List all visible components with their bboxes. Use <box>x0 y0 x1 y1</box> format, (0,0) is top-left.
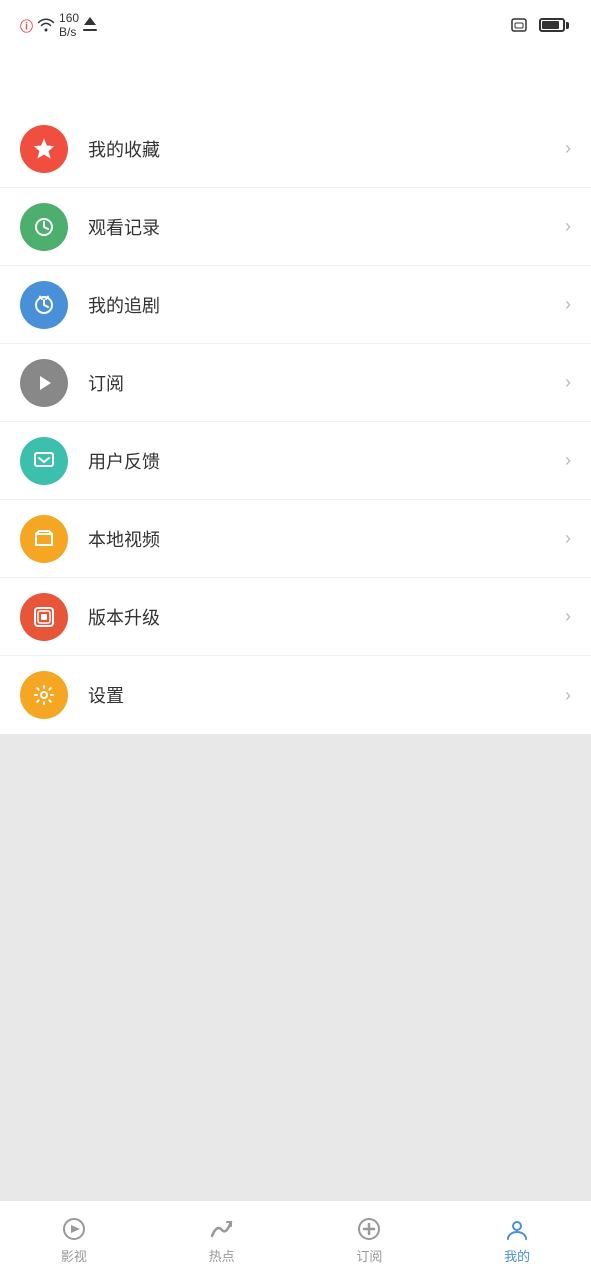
favorites-icon <box>20 125 68 173</box>
feedback-icon <box>20 437 68 485</box>
nav-item-trending[interactable]: 热点 <box>148 1216 296 1265</box>
menu-list: 我的收藏›观看记录›我的追剧›订阅›用户反馈›本地视频›版本升级›设置› <box>0 110 591 734</box>
upgrade-chevron: › <box>565 606 571 627</box>
menu-item-followdrama[interactable]: 我的追剧› <box>0 266 591 344</box>
history-icon <box>20 203 68 251</box>
signal-warning-icon: ⓘ <box>20 16 33 35</box>
localvideo-chevron: › <box>565 528 571 549</box>
followdrama-icon <box>20 281 68 329</box>
gray-area <box>0 734 591 1200</box>
history-label: 观看记录 <box>88 214 565 240</box>
localvideo-icon <box>20 515 68 563</box>
menu-item-favorites[interactable]: 我的收藏› <box>0 110 591 188</box>
menu-item-history[interactable]: 观看记录› <box>0 188 591 266</box>
nav-subscribe-icon <box>356 1216 382 1242</box>
favorites-label: 我的收藏 <box>88 136 565 162</box>
upgrade-icon <box>20 593 68 641</box>
status-left: ⓘ 160B/s <box>16 11 97 40</box>
settings-icon <box>20 671 68 719</box>
menu-item-localvideo[interactable]: 本地视频› <box>0 500 591 578</box>
status-bar: ⓘ 160B/s <box>0 0 591 50</box>
nav-trending-icon <box>209 1216 235 1242</box>
nav-item-mine[interactable]: 我的 <box>443 1216 591 1265</box>
network-speed: 160B/s <box>59 11 79 40</box>
nav-video-icon <box>61 1216 87 1242</box>
nav-mine-label: 我的 <box>504 1246 530 1265</box>
feedback-chevron: › <box>565 450 571 471</box>
menu-item-settings[interactable]: 设置› <box>0 656 591 734</box>
favorites-chevron: › <box>565 138 571 159</box>
subscribe-label: 订阅 <box>88 370 565 396</box>
subscribe-icon <box>20 359 68 407</box>
followdrama-label: 我的追剧 <box>88 292 565 318</box>
upload-icon <box>83 17 97 33</box>
status-right <box>511 17 575 33</box>
nav-video-label: 影视 <box>61 1246 87 1265</box>
menu-item-upgrade[interactable]: 版本升级› <box>0 578 591 656</box>
subscribe-chevron: › <box>565 372 571 393</box>
upgrade-label: 版本升级 <box>88 604 565 630</box>
localvideo-label: 本地视频 <box>88 526 565 552</box>
nav-item-subscribe[interactable]: 订阅 <box>296 1216 444 1265</box>
header-spacer <box>0 50 591 110</box>
sim-icon <box>511 17 527 33</box>
battery-icon <box>539 18 569 32</box>
menu-item-feedback[interactable]: 用户反馈› <box>0 422 591 500</box>
nav-subscribe-label: 订阅 <box>356 1246 382 1265</box>
bottom-nav: 影视 热点 订阅 我的 <box>0 1200 591 1280</box>
history-chevron: › <box>565 216 571 237</box>
settings-chevron: › <box>565 685 571 706</box>
settings-label: 设置 <box>88 682 565 708</box>
feedback-label: 用户反馈 <box>88 448 565 474</box>
wifi-icon <box>37 18 55 32</box>
followdrama-chevron: › <box>565 294 571 315</box>
nav-item-video[interactable]: 影视 <box>0 1216 148 1265</box>
nav-trending-label: 热点 <box>209 1246 235 1265</box>
nav-mine-icon <box>504 1216 530 1242</box>
menu-item-subscribe[interactable]: 订阅› <box>0 344 591 422</box>
